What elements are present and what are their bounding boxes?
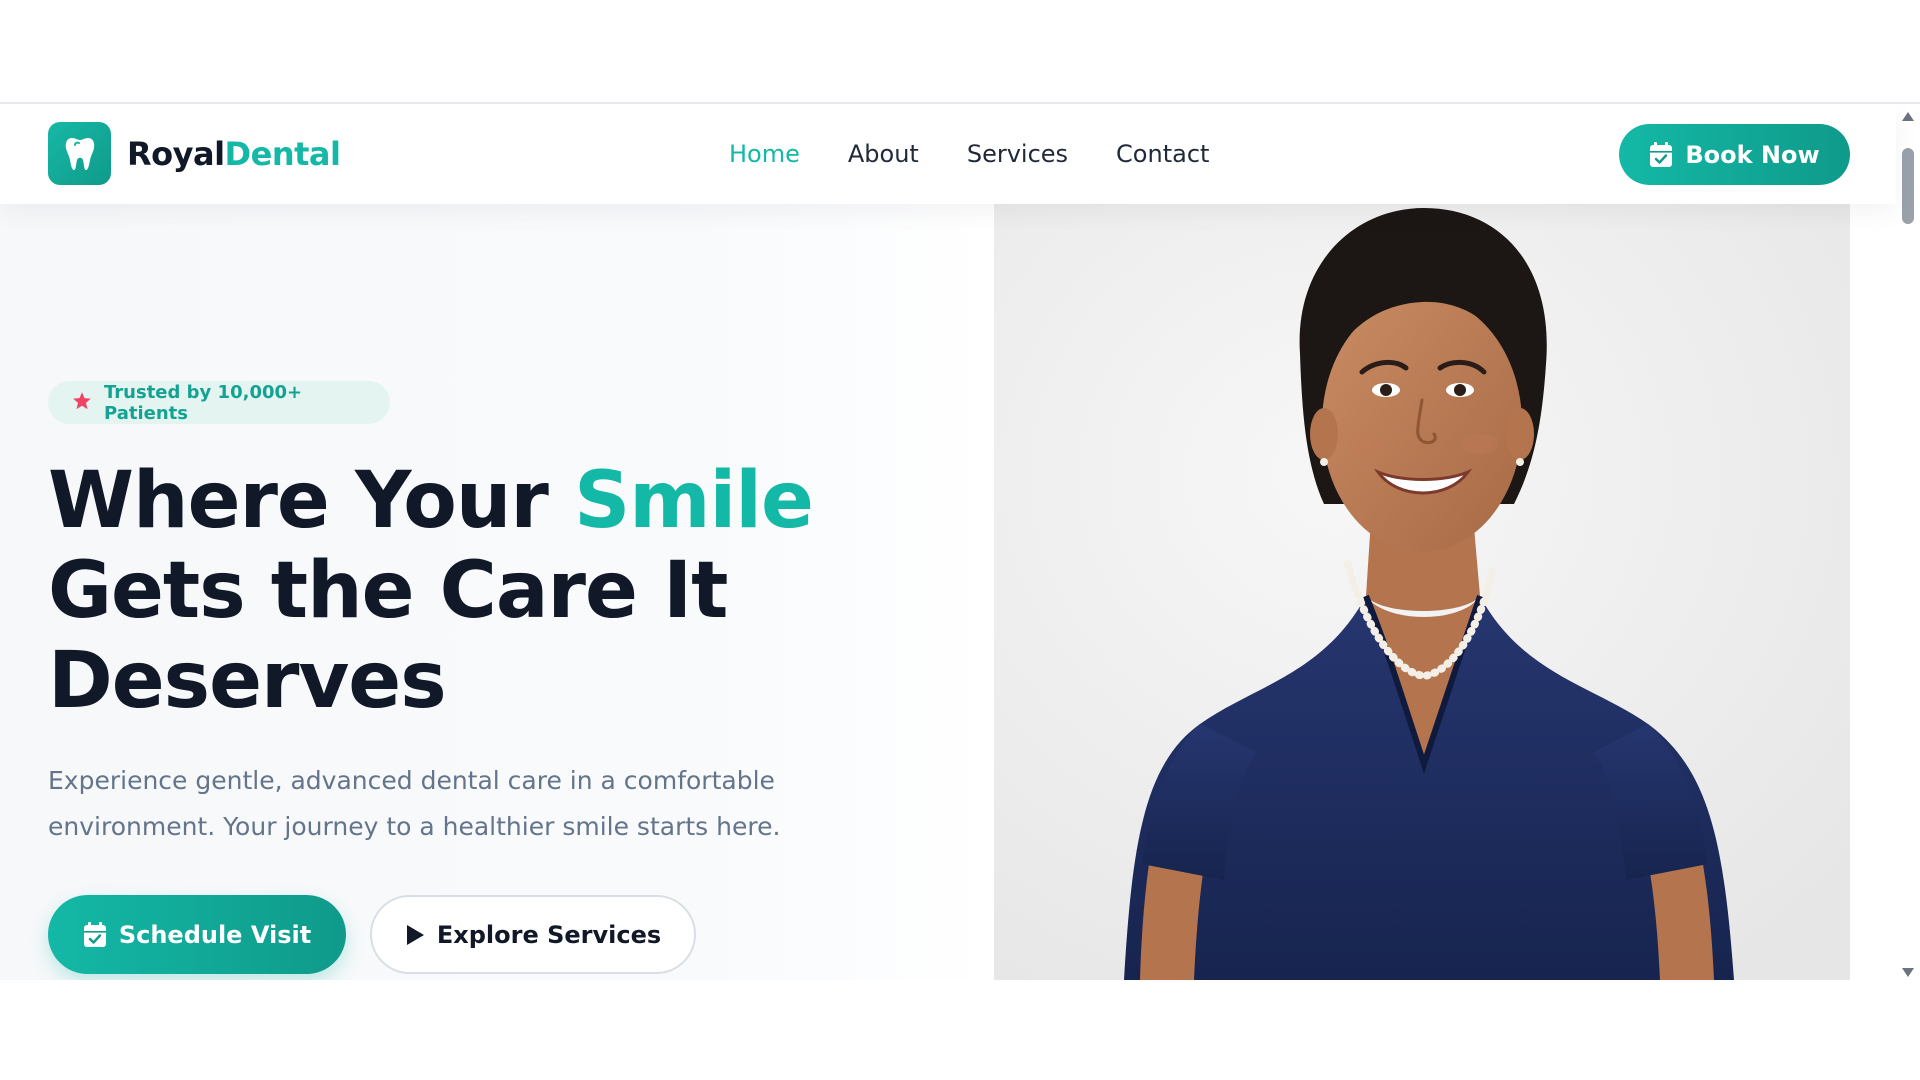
book-now-label: Book Now (1685, 140, 1820, 169)
brand-name-royal: Royal (127, 134, 225, 173)
nav-link-services[interactable]: Services (967, 134, 1068, 174)
trust-badge: Trusted by 10,000+ Patients (48, 381, 390, 424)
hero-description-line2: environment. Your journey to a healthier… (48, 812, 781, 841)
star-icon (72, 391, 92, 415)
tooth-icon (48, 122, 111, 185)
book-now-button[interactable]: Book Now (1619, 124, 1850, 185)
schedule-visit-button[interactable]: Schedule Visit (48, 895, 346, 974)
brand-name-dental: Dental (224, 134, 341, 173)
calendar-check-icon (83, 921, 107, 948)
trust-badge-text: Trusted by 10,000+ Patients (104, 381, 303, 424)
explore-services-button[interactable]: Explore Services (370, 895, 696, 974)
nav-link-contact[interactable]: Contact (1116, 134, 1209, 174)
explore-services-label: Explore Services (436, 920, 662, 949)
headline-part1: Where Your (48, 456, 575, 546)
scrollbar-thumb[interactable] (1902, 148, 1914, 224)
headline-accent: Smile (574, 456, 814, 546)
browser-viewport: RoyalDental Home About Services Contact (0, 102, 1920, 980)
brand-name: RoyalDental (127, 134, 341, 173)
page-scrollbar[interactable] (1896, 104, 1920, 980)
calendar-check-icon (1649, 141, 1673, 168)
headline-line3: Deserves (48, 636, 447, 726)
scroll-down-arrow-icon[interactable] (1902, 968, 1914, 977)
dentist-portrait-image (994, 204, 1850, 980)
main-nav: Home About Services Contact (729, 134, 1257, 174)
hero-description-line1: Experience gentle, advanced dental care … (48, 766, 775, 795)
headline-line2: Gets the Care It (48, 546, 728, 636)
brand-logo[interactable]: RoyalDental (48, 122, 341, 185)
schedule-visit-label: Schedule Visit (118, 920, 312, 949)
screenshot-stage: RoyalDental Home About Services Contact (0, 0, 1920, 1080)
play-icon (405, 924, 425, 946)
hero-headline: Where Your Smile Gets the Care It Deserv… (48, 456, 948, 726)
nav-link-about[interactable]: About (848, 134, 919, 174)
site-header: RoyalDental Home About Services Contact (0, 104, 1896, 204)
nav-link-home[interactable]: Home (729, 134, 800, 174)
scroll-up-arrow-icon[interactable] (1902, 112, 1914, 121)
hero-description: Experience gentle, advanced dental care … (48, 758, 808, 850)
